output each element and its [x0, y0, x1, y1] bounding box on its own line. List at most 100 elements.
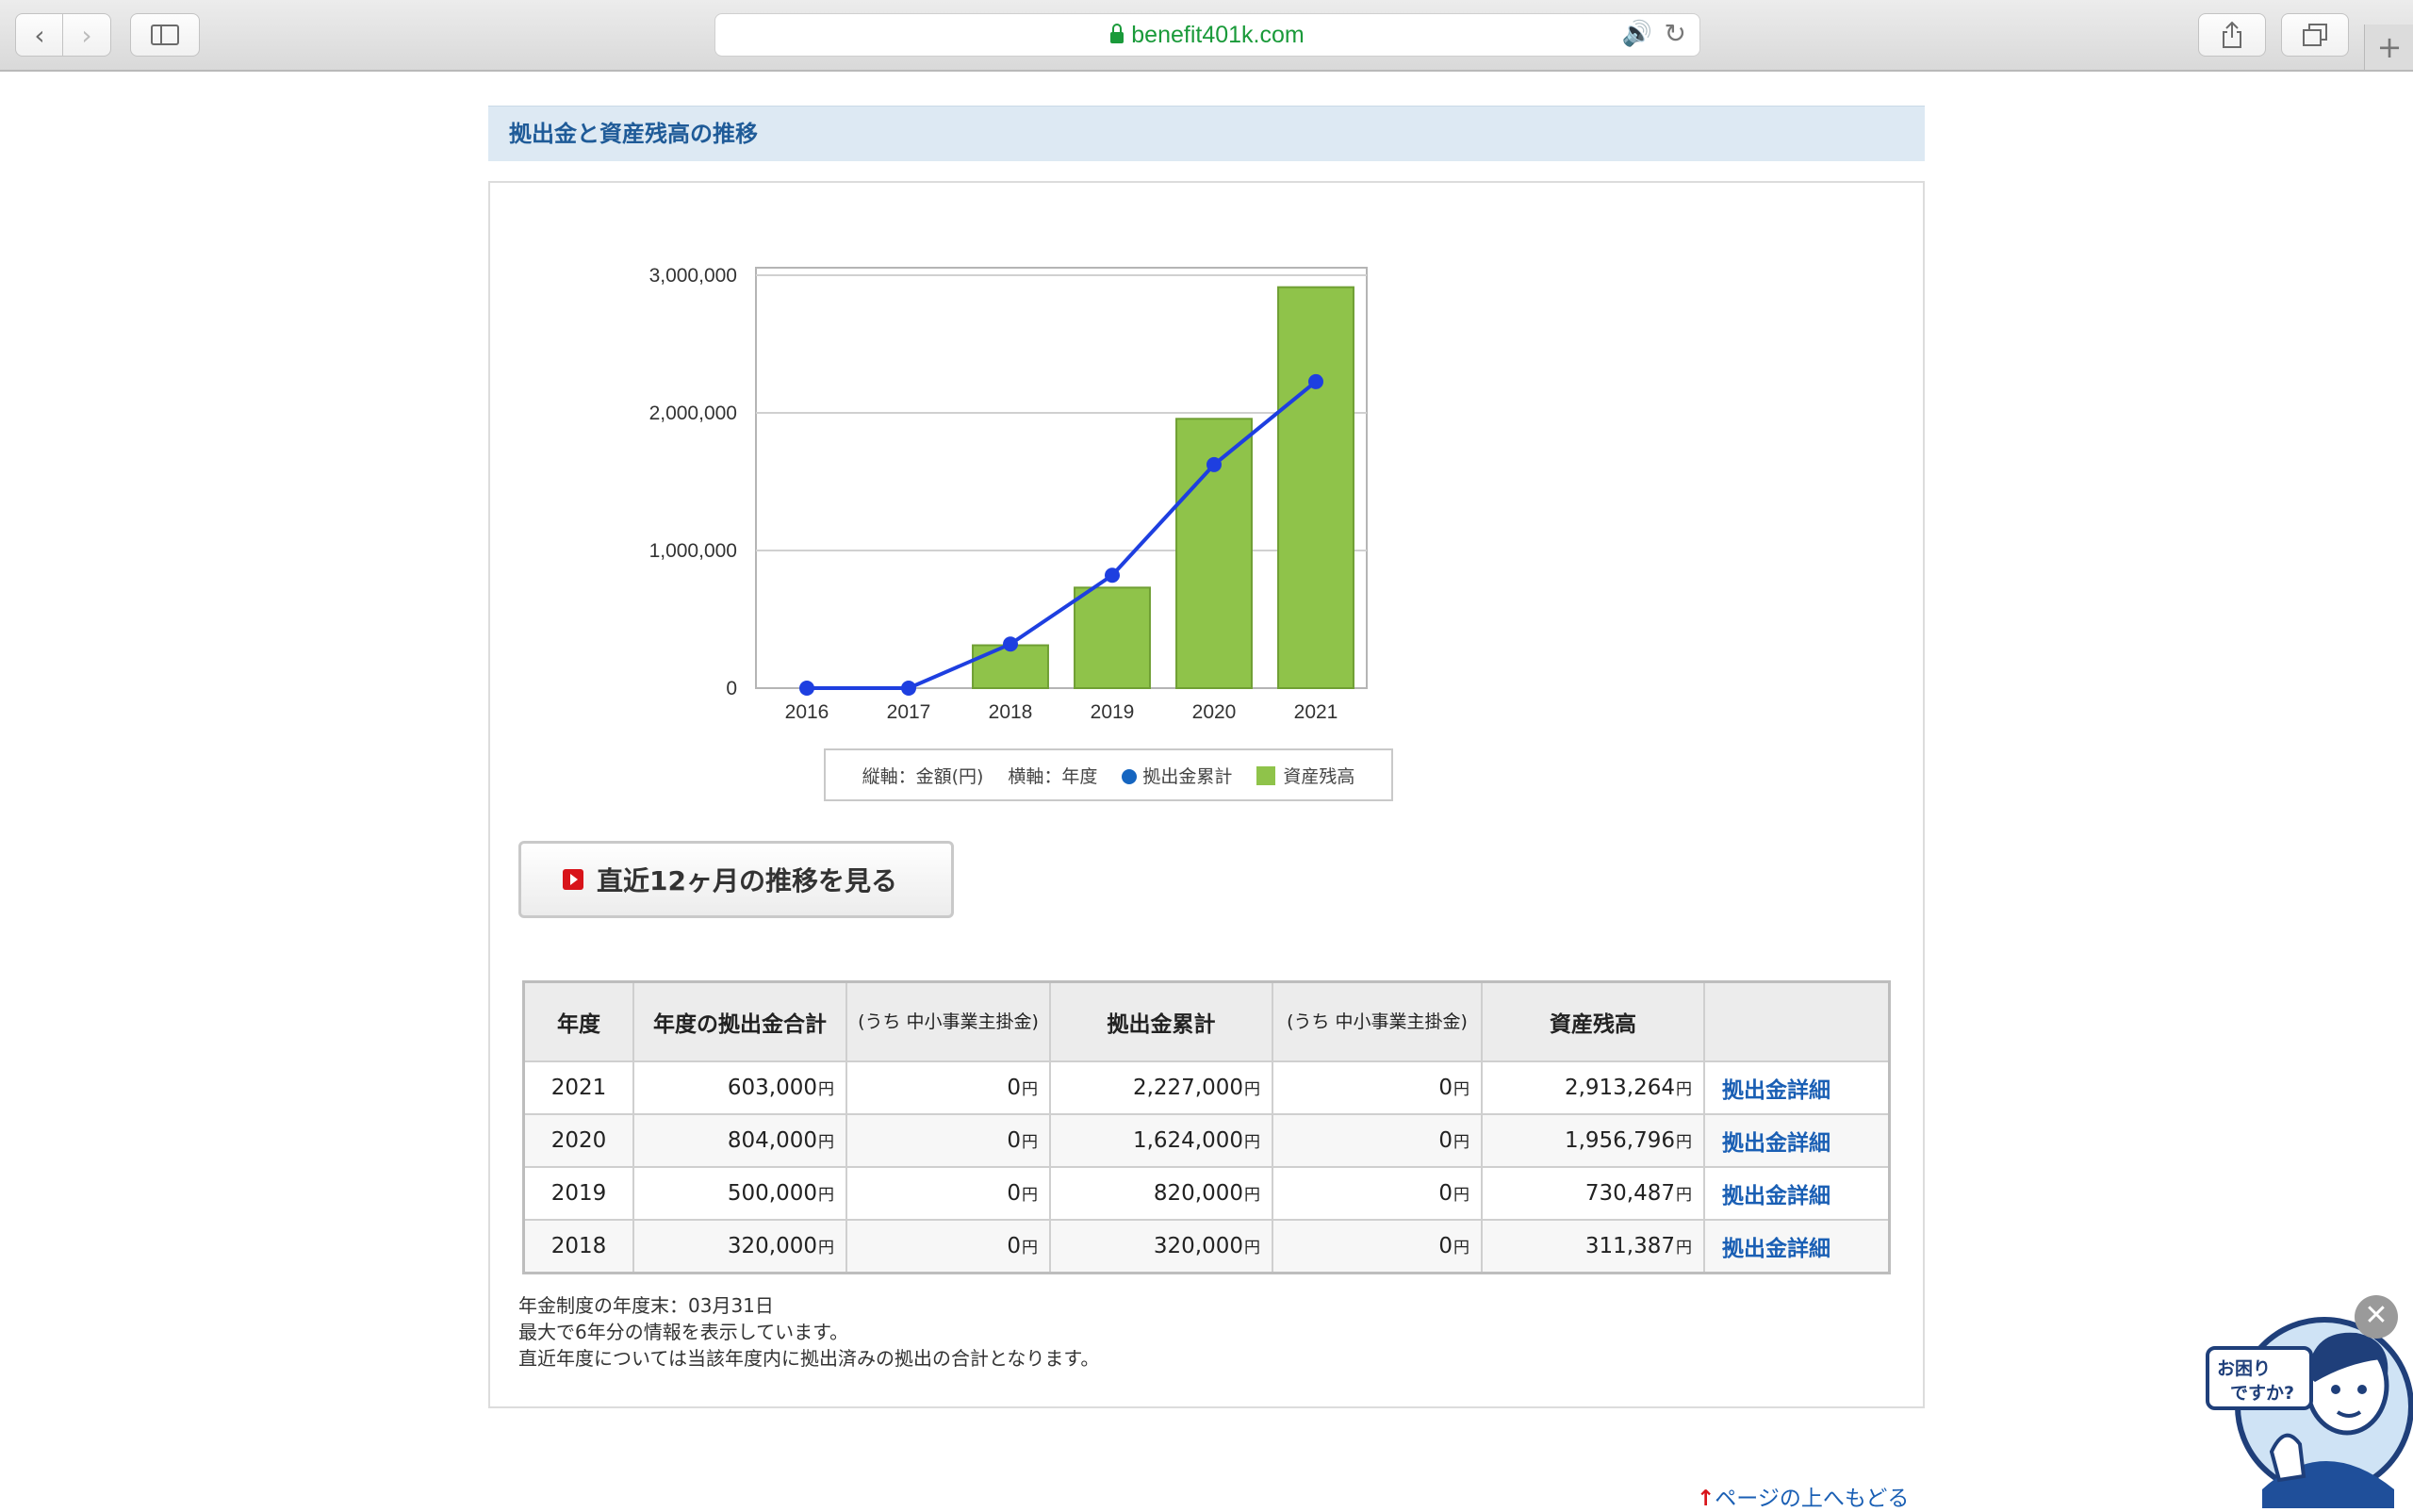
- cell-asset-balance: 2,913,264円: [1481, 1060, 1705, 1115]
- share-button[interactable]: [2198, 13, 2266, 57]
- cell-value: 2,227,000: [1132, 1076, 1243, 1100]
- new-tab-button[interactable]: +: [2364, 25, 2413, 70]
- chevron-left-icon: ‹: [34, 19, 45, 51]
- contribution-detail-link[interactable]: 拠出金詳細: [1722, 1237, 1830, 1261]
- cell-value: 320,000: [727, 1234, 817, 1258]
- x-tick-label: 2018: [989, 701, 1033, 723]
- help-text-line2: ですか?: [2230, 1383, 2294, 1404]
- cell-sme-contribution-2: 0円: [1272, 1060, 1483, 1115]
- address-bar[interactable]: benefit401k.com 🔊 ↻: [714, 13, 1700, 57]
- cell-cumulative-contribution: 2,227,000円: [1049, 1060, 1273, 1115]
- cell-asset-balance: 1,956,796円: [1481, 1113, 1705, 1168]
- point-cumulative-contribution: [1308, 373, 1323, 389]
- point-cumulative-contribution: [799, 681, 814, 696]
- cell-cumulative-contribution: 820,000円: [1049, 1166, 1273, 1221]
- legend-bar-label: 資産残高: [1283, 765, 1355, 787]
- yen-unit: 円: [1453, 1133, 1469, 1152]
- cell-value: 0: [1007, 1181, 1021, 1206]
- back-to-top-label: ページの上へもどる: [1715, 1487, 1910, 1511]
- y-tick-label: 1,000,000: [649, 540, 737, 562]
- tabs-overview-button[interactable]: [2281, 13, 2349, 57]
- contribution-chart: 3,000,000 2,000,000 1,000,000 0 2016 2017 2018…: [649, 265, 1368, 723]
- help-close-button[interactable]: ✕: [2355, 1295, 2398, 1339]
- yen-unit: 円: [818, 1080, 834, 1099]
- cell-value: 0: [1438, 1076, 1453, 1100]
- yen-unit: 円: [1676, 1133, 1692, 1152]
- recent-12-months-button[interactable]: 直近12ヶ月の推移を見る: [518, 841, 954, 918]
- cell-annual-contribution: 603,000円: [632, 1060, 847, 1115]
- y-tick-label: 0: [726, 678, 737, 699]
- speaker-icon[interactable]: 🔊: [1622, 20, 1652, 48]
- cell-detail: 拠出金詳細: [1703, 1166, 1891, 1221]
- cell-asset-balance: 311,387円: [1481, 1219, 1705, 1274]
- arrow-up-icon: ↑: [1697, 1487, 1715, 1511]
- x-tick-label: 2019: [1091, 701, 1135, 723]
- yen-unit: 円: [1453, 1186, 1469, 1205]
- contribution-detail-link[interactable]: 拠出金詳細: [1722, 1131, 1830, 1156]
- help-text-line1: お困り: [2217, 1358, 2271, 1379]
- note-fiscal-year-end: 年金制度の年度末：03月31日: [518, 1294, 774, 1317]
- yen-unit: 円: [1022, 1080, 1038, 1099]
- yen-unit: 円: [1453, 1080, 1469, 1099]
- table-row: 2020 804,000円 0円 1,624,000円 0円 1,956,796円 拠出金詳…: [522, 1113, 1891, 1168]
- cell-detail: 拠出金詳細: [1703, 1113, 1891, 1168]
- x-tick-label: 2017: [887, 701, 931, 723]
- cell-value: 730,487: [1584, 1181, 1675, 1206]
- table-header-row: 年度 年度の拠出金合計 (うち 中小事業主掛金) 拠出金累計 (うち 中小事業主…: [522, 980, 1891, 1062]
- url-text: benefit401k.com: [1131, 22, 1305, 48]
- share-icon: [2223, 21, 2241, 48]
- sidebar-button[interactable]: [130, 13, 200, 57]
- yen-unit: 円: [1244, 1239, 1260, 1257]
- contribution-detail-link[interactable]: 拠出金詳細: [1722, 1184, 1830, 1208]
- play-icon: [563, 869, 583, 890]
- bar-asset-balance: [1277, 286, 1354, 690]
- cell-value: 1,624,000: [1132, 1128, 1243, 1153]
- cell-value: 2021: [550, 1076, 607, 1100]
- cell-cumulative-contribution: 320,000円: [1049, 1219, 1273, 1274]
- cell-detail: 拠出金詳細: [1703, 1219, 1891, 1274]
- notes: 年金制度の年度末：03月31日 最大で6年分の情報を表示しています。 直近年度に…: [518, 1292, 1099, 1372]
- back-to-top-link[interactable]: ↑ページの上へもどる: [1697, 1480, 1909, 1512]
- cell-value: 311,387: [1584, 1234, 1675, 1258]
- reload-icon[interactable]: ↻: [1665, 18, 1686, 49]
- cell-sme-contribution-2: 0円: [1272, 1219, 1483, 1274]
- contribution-detail-link[interactable]: 拠出金詳細: [1722, 1078, 1830, 1103]
- yen-unit: 円: [1022, 1239, 1038, 1257]
- cell-cumulative-contribution: 1,624,000円: [1049, 1113, 1273, 1168]
- table-row: 2018 320,000円 0円 320,000円 0円 311,387円 拠出金詳細: [522, 1219, 1891, 1274]
- legend-vertical: 縦軸：金額(円): [862, 765, 984, 787]
- forward-button[interactable]: ›: [62, 13, 111, 57]
- recent-button-label: 直近12ヶ月の推移を見る: [597, 865, 897, 896]
- y-tick-label: 2,000,000: [649, 403, 737, 424]
- legend-square-icon: [1256, 765, 1276, 785]
- yen-unit: 円: [1244, 1080, 1260, 1099]
- point-cumulative-contribution: [901, 681, 916, 696]
- header-balance: 資産残高: [1481, 980, 1705, 1062]
- point-cumulative-contribution: [1206, 456, 1222, 472]
- x-tick-label: 2020: [1192, 701, 1237, 723]
- legend-bar-item: 資産残高: [1256, 763, 1354, 788]
- yen-unit: 円: [818, 1186, 834, 1205]
- cell-sme-contribution-1: 0円: [845, 1219, 1051, 1274]
- yen-unit: 円: [1676, 1186, 1692, 1205]
- yen-unit: 円: [1676, 1239, 1692, 1257]
- bar-asset-balance: [972, 644, 1049, 690]
- address-url[interactable]: benefit401k.com: [715, 14, 1699, 56]
- header-sme-2: (うち 中小事業主掛金): [1272, 980, 1483, 1062]
- note-recent-year: 直近年度については当該年度内に拠出済みの拠出の合計となります。: [518, 1347, 1100, 1370]
- section-title: 拠出金と資産残高の推移: [488, 106, 1925, 161]
- plot-area: [755, 267, 1368, 689]
- table-row: 2021 603,000円 0円 2,227,000円 0円 2,913,264円 拠出金詳…: [522, 1060, 1891, 1115]
- back-button[interactable]: ‹: [15, 13, 64, 57]
- cell-annual-contribution: 320,000円: [632, 1219, 847, 1274]
- point-cumulative-contribution: [1003, 636, 1018, 652]
- cell-year: 2018: [522, 1219, 634, 1274]
- note-six-years: 最大で6年分の情報を表示しています。: [518, 1321, 849, 1343]
- close-icon: ✕: [2364, 1299, 2388, 1332]
- yen-unit: 円: [818, 1133, 834, 1152]
- cell-detail: 拠出金詳細: [1703, 1060, 1891, 1115]
- header-sme-1: (うち 中小事業主掛金): [845, 980, 1051, 1062]
- cell-value: 0: [1007, 1128, 1021, 1153]
- cell-year: 2019: [522, 1166, 634, 1221]
- cell-value: 2,913,264: [1564, 1076, 1675, 1100]
